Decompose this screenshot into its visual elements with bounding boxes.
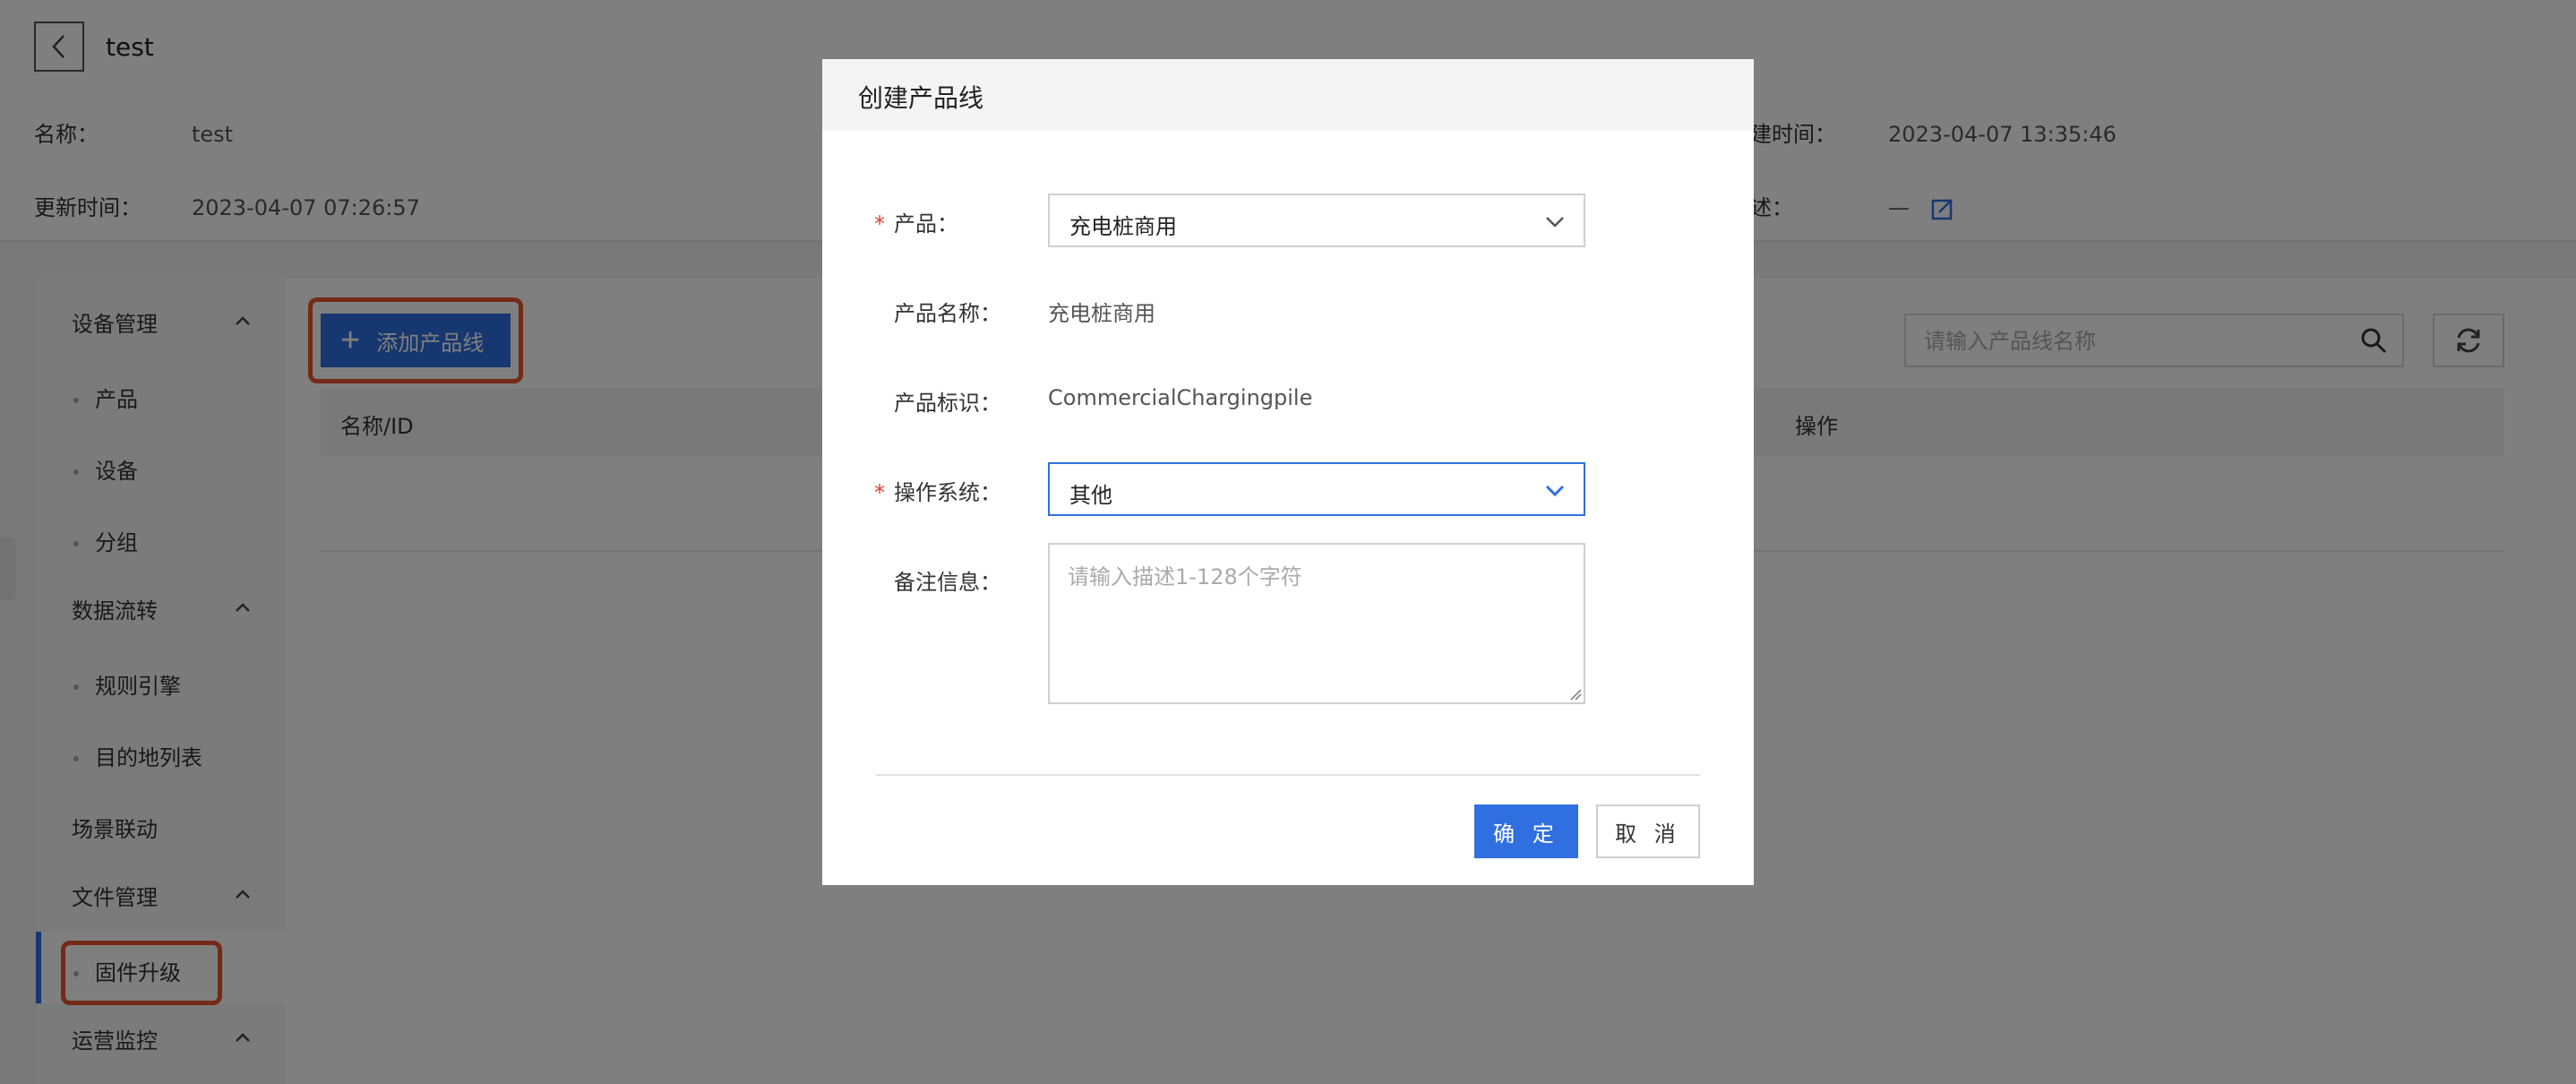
product-key-label: 产品标识：: [894, 391, 1001, 416]
dialog-header: 创建产品线: [822, 59, 1754, 131]
required-mark: *: [874, 480, 885, 505]
product-label-text: 产品：: [894, 211, 958, 237]
product-key-value: CommercialChargingpile: [1048, 385, 1313, 410]
product-select-value: 充电桩商用: [1069, 214, 1177, 239]
chevron-down-icon: [1546, 217, 1564, 228]
dialog-divider: [876, 774, 1700, 776]
remark-label: 备注信息：: [894, 570, 1001, 595]
dialog-title: 创建产品线: [858, 83, 984, 113]
os-select[interactable]: 其他: [1048, 462, 1585, 516]
os-label-text: 操作系统：: [894, 480, 1001, 505]
product-name-label: 产品名称：: [894, 301, 1001, 326]
product-name-value: 充电桩商用: [1048, 301, 1155, 326]
remark-textarea[interactable]: [1048, 543, 1585, 704]
confirm-button[interactable]: 确 定: [1474, 804, 1578, 858]
cancel-button[interactable]: 取 消: [1596, 804, 1700, 858]
chevron-down-icon: [1545, 485, 1565, 497]
os-label: * 操作系统：: [874, 475, 1001, 506]
resize-grip-icon[interactable]: [1569, 688, 1582, 701]
os-select-value: 其他: [1069, 483, 1112, 508]
product-select[interactable]: 充电桩商用: [1048, 194, 1585, 247]
product-label: * 产品：: [874, 206, 958, 237]
required-mark: *: [874, 211, 885, 237]
